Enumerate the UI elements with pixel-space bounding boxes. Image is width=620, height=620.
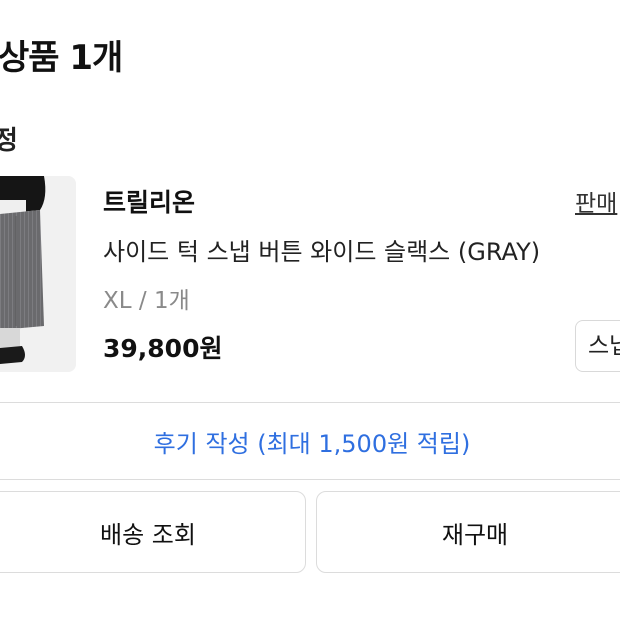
- product-price: 39,800원: [103, 334, 223, 363]
- seller-link[interactable]: 판매: [575, 184, 617, 218]
- order-status-label: 정: [0, 126, 18, 156]
- product-name[interactable]: 사이드 턱 스냅 버튼 와이드 슬랙스 (GRAY): [103, 232, 540, 267]
- write-review-button[interactable]: 후기 작성 (최대 1,500원 적립): [0, 402, 620, 480]
- side-action-button[interactable]: 스냅: [575, 320, 620, 372]
- product-option: XL / 1개: [103, 288, 190, 314]
- rebuy-button[interactable]: 재구매: [316, 491, 620, 573]
- order-detail-page: 상품 1개 정 트릴리온 판매 사이드 턱 스냅 버튼 와이드 슬랙스 (GRA…: [0, 0, 620, 620]
- product-image: [0, 176, 76, 372]
- track-delivery-button[interactable]: 배송 조회: [0, 491, 306, 573]
- items-count-title: 상품 1개: [0, 38, 123, 78]
- product-thumbnail[interactable]: [0, 176, 76, 372]
- seller-name[interactable]: 트릴리온: [103, 183, 195, 219]
